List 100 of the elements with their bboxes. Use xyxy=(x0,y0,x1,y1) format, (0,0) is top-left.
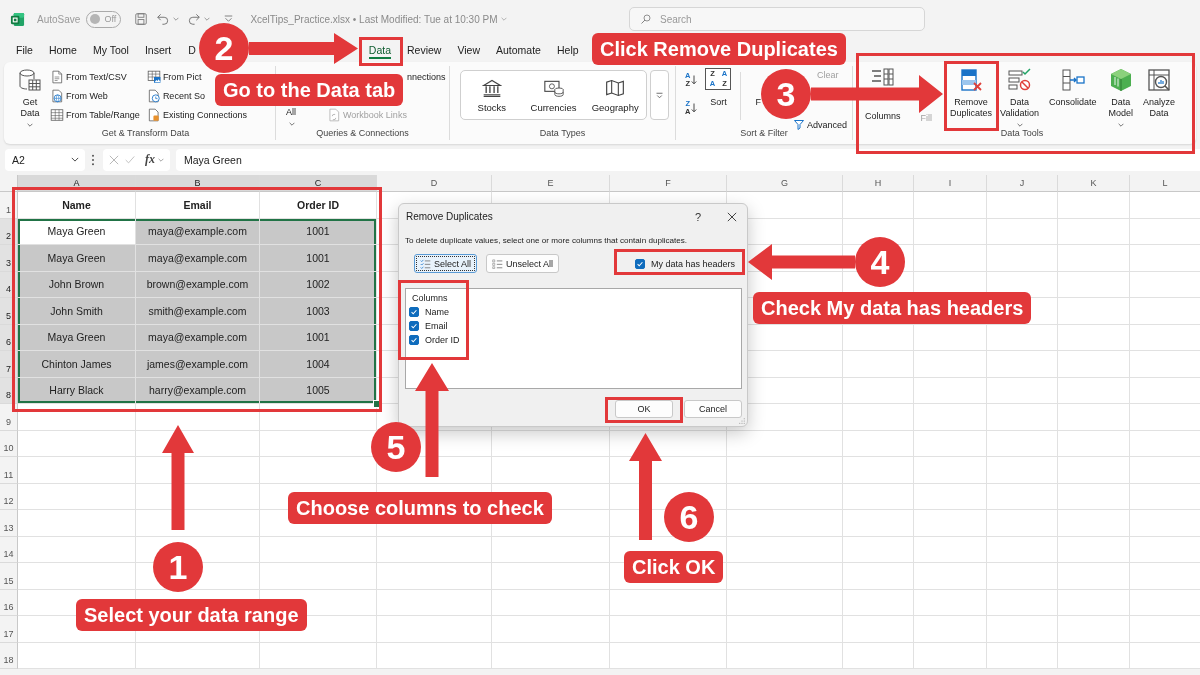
table-cell[interactable]: Maya Green xyxy=(18,324,136,351)
ribbon-tab[interactable]: D xyxy=(188,41,196,59)
table-cell[interactable]: maya@example.com xyxy=(136,245,260,272)
column-header[interactable]: G xyxy=(727,175,843,192)
table-cell[interactable]: Maya Green xyxy=(18,218,136,245)
ribbon-tab[interactable]: Help xyxy=(551,41,584,59)
ribbon-tab[interactable]: Automate xyxy=(491,41,546,59)
ribbon-button[interactable]: Recent So xyxy=(144,88,207,104)
row-header[interactable]: 9 xyxy=(0,404,18,431)
caret-icon[interactable] xyxy=(71,157,79,162)
row-header[interactable]: 11 xyxy=(0,457,18,484)
row-header[interactable]: 14 xyxy=(0,536,18,563)
ribbon-tab[interactable]: View xyxy=(452,41,485,59)
table-cell[interactable]: 1001 xyxy=(260,324,377,351)
table-cell[interactable]: james@example.com xyxy=(136,351,260,378)
ribbon-button[interactable]: Columns xyxy=(864,109,902,122)
ribbon-button[interactable]: Data Validation xyxy=(999,66,1040,130)
checkbox[interactable] xyxy=(409,335,419,345)
more-vertical-icon[interactable] xyxy=(91,153,95,166)
group-label: Sort & Filter xyxy=(740,128,788,139)
checkbox[interactable] xyxy=(409,321,419,331)
insert-function-button[interactable]: fx xyxy=(145,152,155,167)
column-header[interactable]: K xyxy=(1058,175,1130,192)
spreadsheet-app-icon[interactable] xyxy=(10,11,25,27)
dialog-button[interactable]: Select All xyxy=(414,254,478,273)
ribbon-button[interactable]: Advanced xyxy=(790,119,849,131)
table-cell[interactable]: 1004 xyxy=(260,351,377,378)
ribbon-button[interactable]: All xyxy=(284,107,298,129)
checkbox[interactable] xyxy=(634,258,645,269)
column-header[interactable]: I xyxy=(914,175,987,192)
table-cell[interactable]: maya@example.com xyxy=(136,218,260,245)
row-header[interactable]: 10 xyxy=(0,430,18,457)
resize-grip-icon[interactable] xyxy=(739,418,745,424)
fill-handle[interactable] xyxy=(373,400,381,408)
ribbon-button[interactable]: Consolidate xyxy=(1047,66,1098,108)
table-cell[interactable]: harry@example.com xyxy=(136,377,260,404)
table-cell[interactable]: Maya Green xyxy=(18,245,136,272)
row-header[interactable]: 17 xyxy=(0,616,18,643)
cancel-icon[interactable] xyxy=(109,154,119,165)
ribbon-button[interactable]: From Table/Range xyxy=(48,107,142,123)
undo-icon[interactable] xyxy=(156,12,171,26)
columns-icon[interactable] xyxy=(870,68,895,86)
name-box[interactable]: A2 xyxy=(5,148,85,171)
link-document-icon xyxy=(327,108,341,122)
row-header[interactable]: 16 xyxy=(0,589,18,616)
dialog-button[interactable]: Unselect All xyxy=(486,254,560,273)
ribbon-button[interactable]: Existing Connections xyxy=(144,107,249,123)
ribbon-tab[interactable]: Review xyxy=(402,41,447,59)
ribbon-tab[interactable]: My Tool xyxy=(87,41,134,59)
ribbon-tab[interactable]: Insert xyxy=(139,41,177,59)
select-all-corner[interactable] xyxy=(0,175,18,192)
checkbox-label[interactable]: Email xyxy=(425,321,448,331)
checkbox-label[interactable]: Order ID xyxy=(425,335,460,345)
data-type-button[interactable]: Currencies xyxy=(522,71,585,119)
data-type-button[interactable]: Geography xyxy=(584,71,646,119)
ribbon-button[interactable]: Get Data xyxy=(16,66,44,130)
table-cell[interactable]: Chinton James xyxy=(18,351,136,378)
table-cell[interactable]: Harry Black xyxy=(18,377,136,404)
table-cell[interactable]: 1005 xyxy=(260,377,377,404)
table-cell[interactable]: 1001 xyxy=(260,218,377,245)
row-header[interactable]: 12 xyxy=(0,483,18,510)
ribbon-button[interactable]: Remove Duplicates xyxy=(949,66,994,119)
save-icon[interactable] xyxy=(134,12,149,26)
ribbon-button[interactable]: Data Model xyxy=(1107,66,1134,130)
checkbox-label[interactable]: Name xyxy=(425,307,449,317)
row-header[interactable]: 15 xyxy=(0,563,18,590)
ribbon-button[interactable]: Analyze Data xyxy=(1141,66,1176,119)
data-type-button[interactable]: Stocks xyxy=(461,71,523,119)
dialog-button[interactable]: Cancel xyxy=(684,400,742,418)
ribbon-button[interactable]: From Text/CSV xyxy=(48,69,129,85)
check-icon[interactable] xyxy=(125,154,135,165)
column-header[interactable]: F xyxy=(610,175,727,192)
table-cell[interactable]: maya@example.com xyxy=(136,324,260,351)
table-cell[interactable]: John Brown xyxy=(18,271,136,298)
table-cell[interactable]: smith@example.com xyxy=(136,298,260,325)
checkbox-label[interactable]: My data has headers xyxy=(650,258,735,269)
row-header[interactable]: 13 xyxy=(0,510,18,537)
ribbon-button[interactable]: nnections xyxy=(405,69,448,85)
table-cell[interactable]: John Smith xyxy=(18,298,136,325)
redo-icon[interactable] xyxy=(187,12,202,26)
ribbon-tab[interactable]: Home xyxy=(43,41,82,59)
table-cell[interactable]: 1002 xyxy=(260,271,377,298)
column-header[interactable]: H xyxy=(843,175,914,192)
row-header[interactable]: 18 xyxy=(0,642,18,669)
bank-icon xyxy=(481,78,502,98)
help-button[interactable]: ? xyxy=(690,210,705,223)
table-cell[interactable]: 1001 xyxy=(260,245,377,272)
checkbox[interactable] xyxy=(409,307,419,317)
column-header[interactable]: J xyxy=(987,175,1058,192)
dialog-button[interactable]: OK xyxy=(615,400,673,418)
table-cell[interactable]: brown@example.com xyxy=(136,271,260,298)
ribbon-tab[interactable]: File xyxy=(11,41,38,59)
customize-icon[interactable] xyxy=(224,15,234,23)
column-header[interactable]: L xyxy=(1130,175,1200,192)
table-cell[interactable]: 1003 xyxy=(260,298,377,325)
ribbon-button[interactable]: F xyxy=(755,97,761,108)
column-header[interactable]: D xyxy=(377,175,492,192)
column-header[interactable]: E xyxy=(492,175,610,192)
formula-input[interactable]: Maya Green xyxy=(176,148,1200,171)
ribbon-button[interactable]: From Web xyxy=(48,88,110,104)
